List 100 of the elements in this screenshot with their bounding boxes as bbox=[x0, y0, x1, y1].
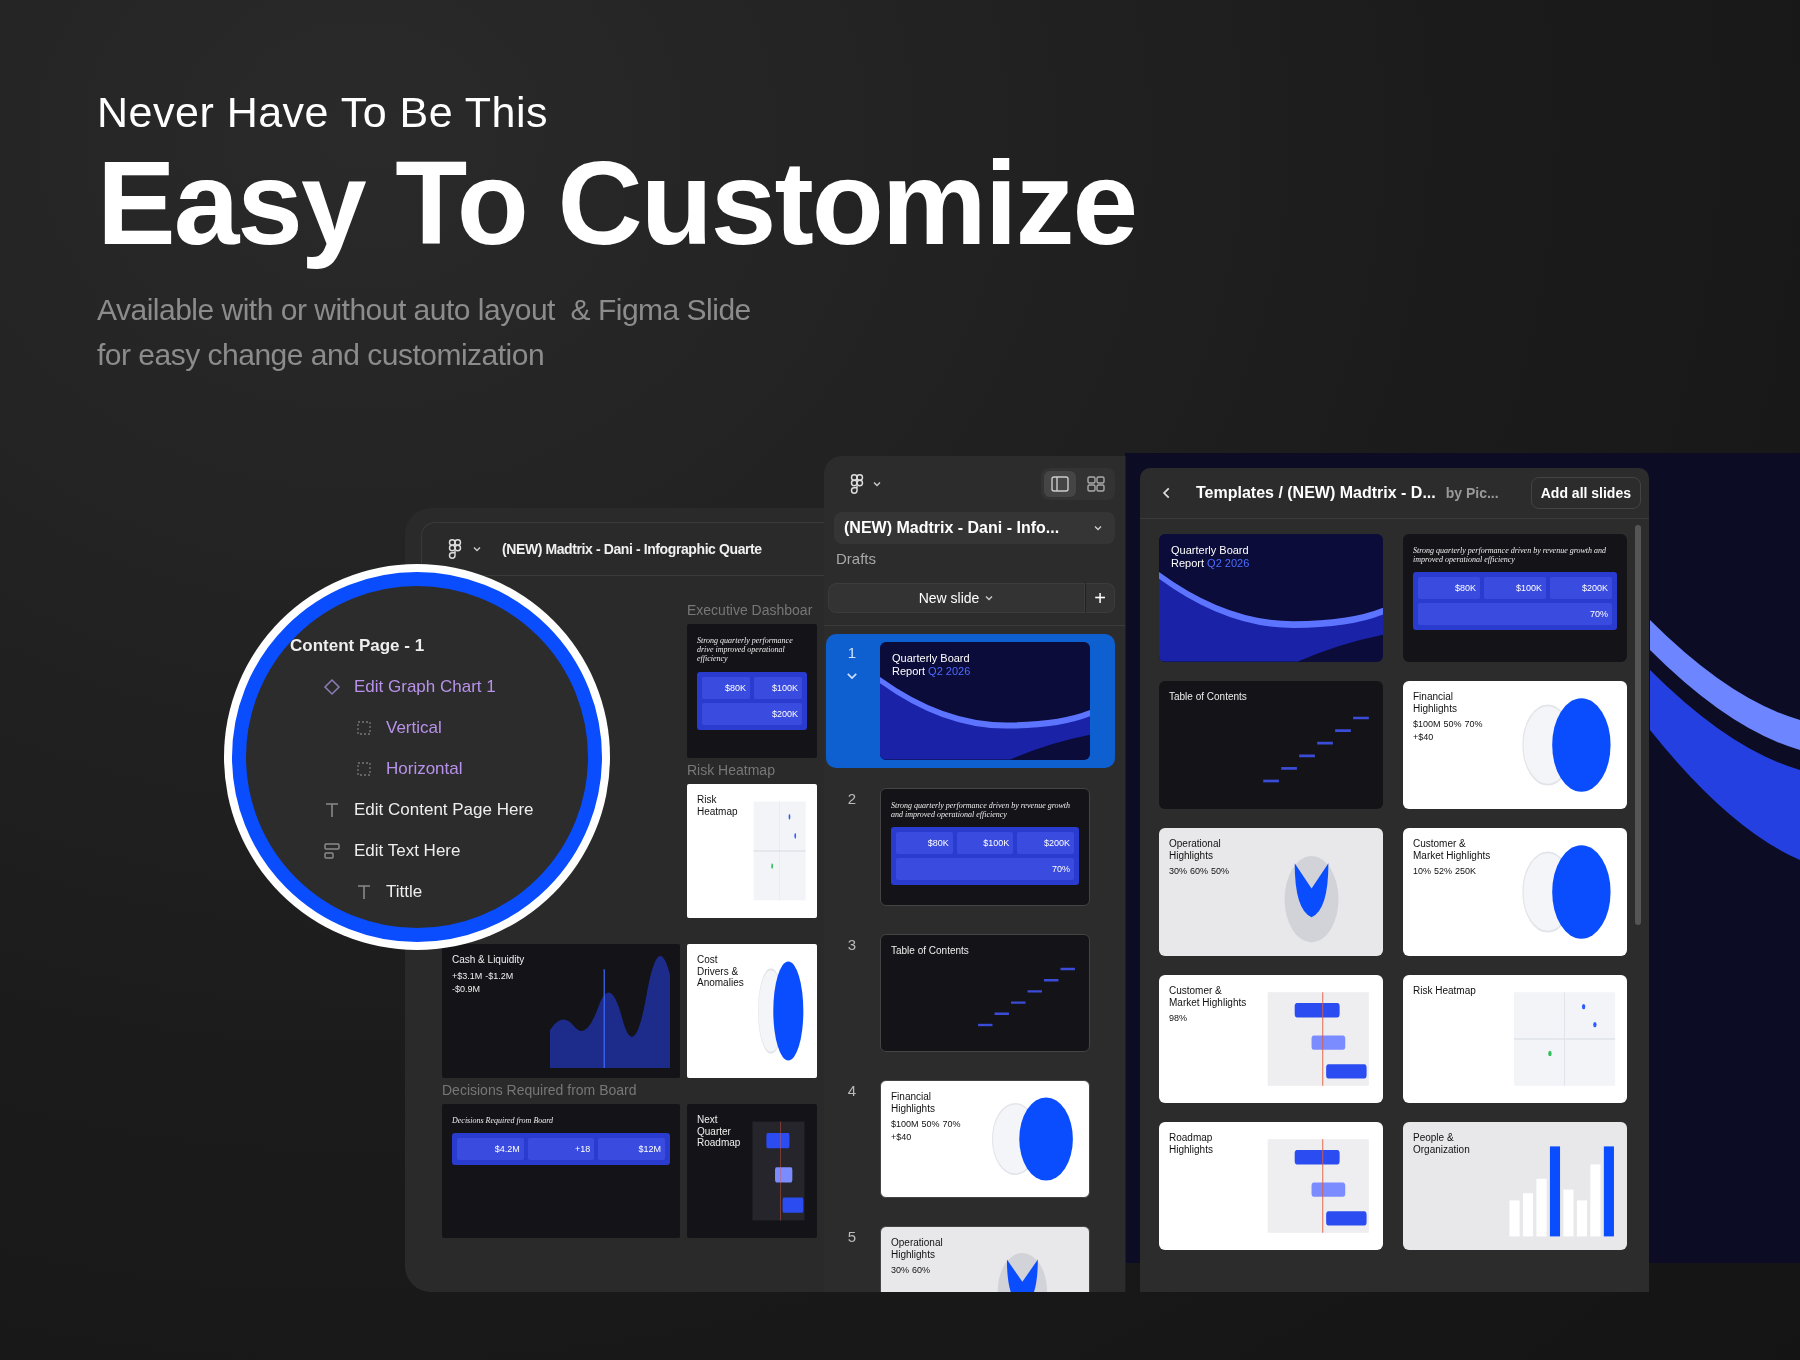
step-line bbox=[1262, 779, 1279, 783]
stat-value: -$0.9M bbox=[452, 983, 480, 994]
stat-value: +$40 bbox=[1413, 732, 1434, 742]
data-point bbox=[1547, 1050, 1552, 1057]
slide-title: Quarterly Board Report Q2 2026 bbox=[1171, 544, 1251, 570]
component-icon bbox=[322, 677, 342, 697]
slide-thumbnail[interactable]: Risk Heatmap bbox=[1403, 975, 1627, 1103]
slide-thumbnail[interactable]: Financial Highlights $100M 50% 70% +$40 bbox=[1403, 681, 1627, 809]
slide-title: Customer & Market Highlights bbox=[1169, 985, 1248, 1008]
slide-number: 1 bbox=[847, 644, 857, 661]
stat-value: 70% bbox=[1418, 603, 1612, 626]
stat-value: $200K bbox=[702, 702, 802, 725]
slide-row[interactable]: 1 Quarterly Board Report Q2 2026 bbox=[826, 634, 1115, 768]
auto-layout-icon bbox=[322, 841, 342, 861]
data-point bbox=[1581, 1003, 1585, 1010]
slide-thumbnail[interactable]: Operational Highlights 30% 60% 50% bbox=[1159, 828, 1383, 956]
grid-icon bbox=[1086, 474, 1106, 494]
layer-name[interactable]: Content Page - 1 bbox=[290, 636, 425, 656]
slide-number: 4 bbox=[847, 1082, 857, 1099]
slide-row[interactable]: 5 Operational Highlights 30% 60% bbox=[826, 1218, 1115, 1292]
slide-row[interactable]: 4 Financial Highlights $100M 50% 70% +$40 bbox=[826, 1072, 1115, 1206]
layer-name[interactable]: Edit Content Page Here bbox=[354, 800, 534, 820]
stat-value: $80K bbox=[702, 676, 750, 699]
slide-thumbnail[interactable]: Quarterly Board Report Q2 2026 bbox=[880, 642, 1090, 760]
slide-number: 5 bbox=[847, 1228, 857, 1245]
step-line bbox=[1043, 979, 1060, 982]
scrollbar[interactable] bbox=[1635, 525, 1641, 925]
chevron-down-icon bbox=[1093, 523, 1103, 533]
stat-value: 30% bbox=[891, 1265, 909, 1275]
stat-value: $80K bbox=[1418, 577, 1480, 600]
stat-value: 50% bbox=[921, 1119, 940, 1129]
stat-value: 30% bbox=[1169, 866, 1187, 876]
eyebrow-heading: Never Have To Be This bbox=[97, 88, 550, 137]
slide-thumbnail[interactable]: Cost Drivers & Anomalies bbox=[687, 944, 817, 1078]
slide-number: 2 bbox=[847, 790, 857, 807]
slide-thumbnail[interactable]: Strong quarterly performance drive improved operational efficiency $80K $100K $200K bbox=[687, 624, 817, 758]
slide-row[interactable]: 3 Table of Contents bbox=[826, 926, 1115, 1060]
layer-name[interactable]: Vertical bbox=[386, 718, 442, 738]
timeline-bar bbox=[1294, 1003, 1340, 1018]
slide-title: Operational Highlights bbox=[891, 1237, 944, 1260]
slide-thumbnail[interactable]: Risk Heatmap bbox=[687, 784, 817, 918]
data-point bbox=[771, 863, 774, 870]
caret-icon bbox=[984, 593, 995, 603]
slide-thumbnail[interactable]: Strong quarterly performance driven by revenue growth and improved operational efficiency $80K $100K $200K 70% bbox=[1403, 534, 1627, 662]
slide-title: Strong quarterly performance driven by revenue growth and improved operational efficiency bbox=[891, 801, 1072, 820]
stat-value: $200K bbox=[1017, 832, 1074, 855]
step-line bbox=[1010, 1001, 1027, 1004]
add-slide-button[interactable]: + bbox=[1085, 583, 1115, 613]
stat-value: 52% bbox=[1434, 866, 1453, 876]
slide-thumbnail[interactable]: Table of Contents bbox=[880, 934, 1090, 1052]
step-line bbox=[993, 1012, 1010, 1015]
slide-thumbnail[interactable]: Strong quarterly performance driven by revenue growth and improved operational efficiency $80K $100K $200K 70% bbox=[880, 788, 1090, 906]
step-line bbox=[1026, 990, 1043, 993]
layer-name[interactable]: Tittle bbox=[386, 882, 423, 902]
layer-name[interactable]: Edit Text Here bbox=[354, 841, 461, 861]
file-dropdown[interactable]: (NEW) Madtrix - Dani - Info... bbox=[834, 512, 1115, 544]
slide-thumbnail[interactable]: Next Quarter Roadmap bbox=[687, 1104, 817, 1238]
slide-thumbnail[interactable]: Customer & Market Highlights 10% 52% 250K bbox=[1403, 828, 1627, 956]
subtitle: for easy change and customization bbox=[97, 336, 546, 373]
stat-value: 10% bbox=[1413, 866, 1431, 876]
stat-value: 60% bbox=[1190, 866, 1209, 876]
slide-thumbnail[interactable]: Customer & Market Highlights 98% bbox=[1159, 975, 1383, 1103]
slide-title: Strong quarterly performance driven by revenue growth and improved operational efficiency bbox=[1413, 546, 1608, 565]
timeline-bar bbox=[775, 1167, 793, 1183]
slide-title: Operational Highlights bbox=[1169, 838, 1222, 861]
stat-value: $12M bbox=[598, 1138, 665, 1161]
slide-thumbnail[interactable]: Financial Highlights $100M 50% 70% +$40 bbox=[880, 1080, 1090, 1198]
slide-title: Risk Heatmap bbox=[1413, 985, 1477, 997]
slide-title: Table of Contents bbox=[891, 945, 970, 957]
stat-value: $100M bbox=[1413, 719, 1441, 729]
stat-value: $100K bbox=[1484, 577, 1546, 600]
timeline-bar bbox=[766, 1133, 790, 1149]
section-label: Executive Dashboar bbox=[687, 602, 813, 618]
slide-thumbnail[interactable]: People & Organization bbox=[1403, 1122, 1627, 1250]
slide-row[interactable]: 2 Strong quarterly performance driven by revenue growth and improved operational efficiency $80K $100K $200K 70% bbox=[826, 780, 1115, 914]
layer-name[interactable]: Edit Graph Chart 1 bbox=[354, 677, 496, 697]
layer-name[interactable]: Horizontal bbox=[386, 759, 463, 779]
new-slide-button[interactable]: New slide bbox=[828, 583, 1085, 613]
data-point bbox=[788, 813, 791, 820]
slide-title: Quarterly Board Report Q2 2026 bbox=[892, 652, 972, 678]
slide-thumbnail[interactable]: Roadmap Highlights bbox=[1159, 1122, 1383, 1250]
stat-value: $100K bbox=[956, 832, 1014, 855]
slide-thumbnail[interactable]: Cash & Liquidity +$3.1M -$1.2M -$0.9M bbox=[442, 944, 680, 1078]
step-line bbox=[1059, 968, 1076, 970]
stat-value: $80K bbox=[896, 832, 953, 855]
sidebar-layout-icon bbox=[1050, 474, 1070, 494]
stat-value: $4.2M bbox=[457, 1138, 524, 1161]
add-all-slides-button[interactable]: Add all slides bbox=[1530, 477, 1641, 509]
caret-icon[interactable] bbox=[472, 544, 482, 554]
caret-icon[interactable] bbox=[872, 479, 882, 489]
slide-thumbnail[interactable]: Operational Highlights 30% 60% bbox=[880, 1226, 1090, 1292]
stat-value: 70% bbox=[1464, 719, 1483, 729]
timeline-bar bbox=[1294, 1150, 1340, 1165]
slide-title: Cash & Liquidity bbox=[452, 954, 526, 966]
slide-thumbnail[interactable]: Decisions Required from Board $4.2M +18 $12M bbox=[442, 1104, 680, 1238]
slide-thumbnail[interactable]: Table of Contents bbox=[1159, 681, 1383, 809]
slide-thumbnail[interactable]: Quarterly Board Report Q2 2026 bbox=[1159, 534, 1383, 662]
stat-value: 50% bbox=[1443, 719, 1462, 729]
location-label: Drafts bbox=[835, 549, 877, 567]
view-mode-toggle[interactable] bbox=[1044, 471, 1076, 497]
